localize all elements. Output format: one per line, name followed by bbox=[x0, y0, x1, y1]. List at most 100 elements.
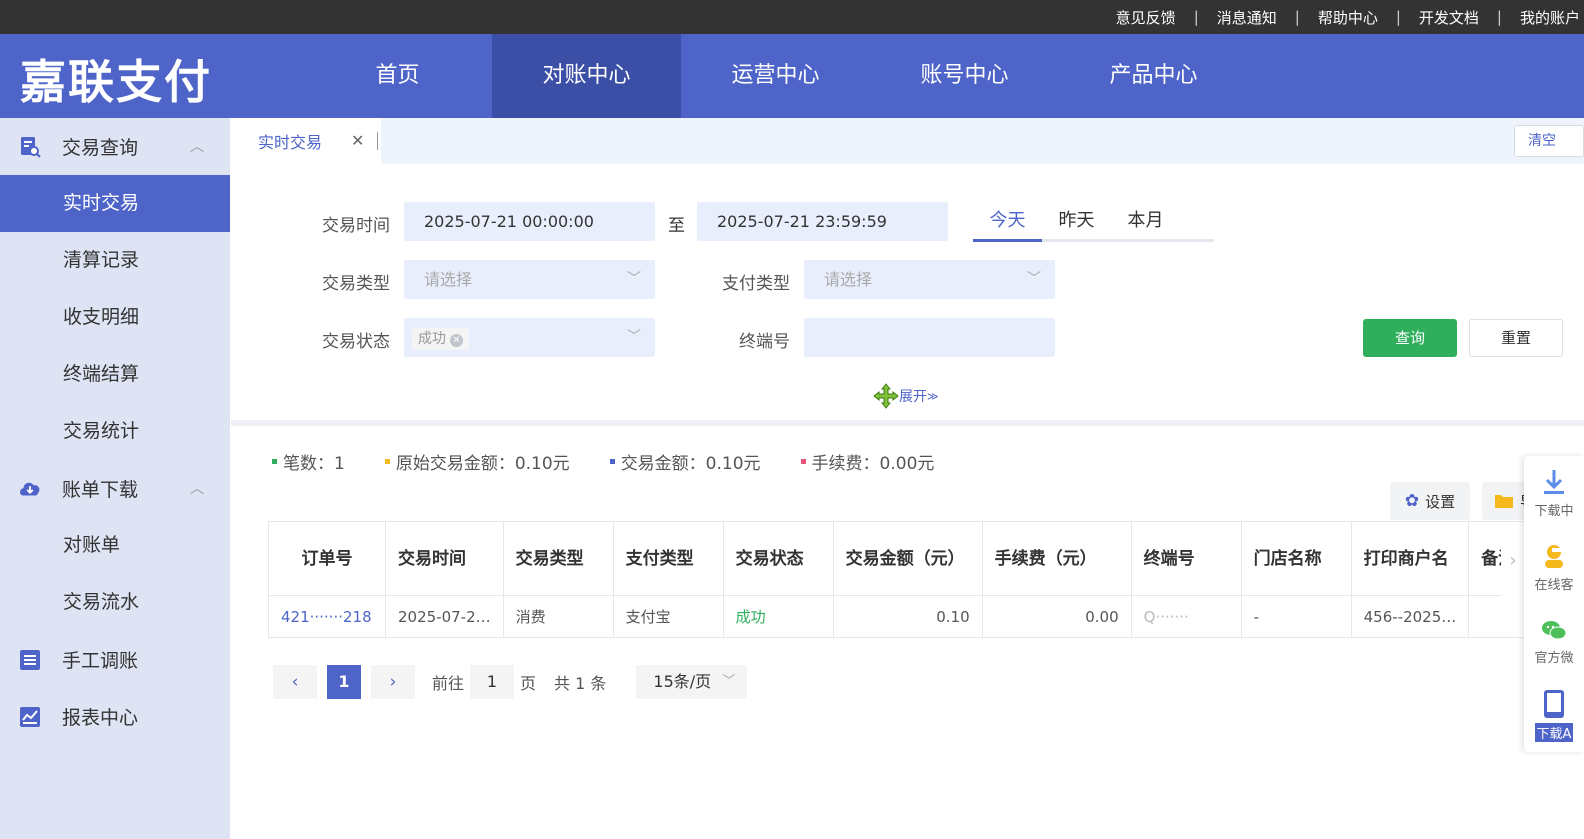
sidebar-item-transaction-flow[interactable]: 交易流水 bbox=[0, 574, 230, 631]
top-utility-bar: 意见反馈 | 消息通知 | 帮助中心 | 开发文档 | 我的账户 bbox=[0, 0, 1584, 34]
cell-status: 成功 bbox=[722, 595, 834, 638]
reset-button[interactable]: 重置 bbox=[1469, 319, 1563, 357]
chart-icon bbox=[18, 705, 42, 729]
cell-print-merchant: 456--2025… bbox=[1350, 595, 1470, 638]
nav-operations[interactable]: 运营中心 bbox=[681, 34, 870, 118]
gear-icon: ✿ bbox=[1404, 491, 1420, 511]
select-placeholder: 请选择 bbox=[824, 270, 873, 289]
stat-label: 交易金额：0.10元 bbox=[620, 454, 761, 474]
download-app-item[interactable]: 下载A bbox=[1524, 678, 1584, 752]
download-center-item[interactable]: 下载中 bbox=[1524, 456, 1584, 530]
page-size-select[interactable]: 15条/页 ﹀ bbox=[636, 665, 748, 699]
official-wechat-item[interactable]: 官方微 bbox=[1524, 604, 1584, 678]
dev-docs-link[interactable]: 开发文档 bbox=[1419, 7, 1479, 28]
tag-close-icon[interactable]: ✕ bbox=[450, 334, 463, 347]
quick-yesterday-tab[interactable]: 昨天 bbox=[1042, 202, 1111, 239]
stat-label: 笔数：1 bbox=[283, 454, 345, 474]
cell-order-no[interactable]: 421·······218 bbox=[268, 595, 386, 638]
table-header-row: 订单号 交易时间 交易类型 支付类型 交易状态 交易金额（元） 手续费（元） 终… bbox=[268, 521, 1543, 596]
chevron-up-icon: ︿ bbox=[190, 139, 204, 155]
sidebar-item-terminal-settlement[interactable]: 终端结算 bbox=[0, 346, 230, 403]
cell-fee: 0.00 bbox=[981, 595, 1132, 638]
stat-dot bbox=[272, 459, 277, 464]
start-time-input[interactable]: 2025-07-21 00:00:00 bbox=[404, 202, 655, 241]
sidebar-group-report-center[interactable]: 报表中心 bbox=[0, 688, 230, 745]
sidebar-group-label: 报表中心 bbox=[62, 707, 139, 729]
stat-transaction-amount: 交易金额：0.10元 bbox=[609, 449, 761, 474]
separator: | bbox=[1496, 8, 1502, 26]
quick-this-month-tab[interactable]: 本月 bbox=[1111, 202, 1180, 239]
current-page[interactable]: 1 bbox=[327, 665, 361, 699]
cell-store-name: - bbox=[1240, 595, 1352, 638]
online-service-item[interactable]: 在线客 bbox=[1524, 530, 1584, 604]
col-fee: 手续费（元） bbox=[981, 521, 1132, 596]
cloud-download-icon bbox=[18, 477, 42, 501]
sidebar-item-statement[interactable]: 对账单 bbox=[0, 517, 230, 574]
stat-count: 笔数：1 bbox=[272, 449, 345, 474]
col-transaction-time: 交易时间 bbox=[385, 521, 504, 596]
nav-reconciliation[interactable]: 对账中心 bbox=[492, 34, 681, 118]
customer-service-icon bbox=[1545, 544, 1563, 568]
query-button[interactable]: 查询 bbox=[1363, 319, 1457, 357]
help-center-link[interactable]: 帮助中心 bbox=[1318, 7, 1378, 28]
wechat-icon bbox=[1542, 620, 1567, 639]
download-icon bbox=[1544, 469, 1564, 494]
chevron-down-icon: ﹀ bbox=[627, 271, 641, 287]
cell-transaction-time: 2025-07-2… bbox=[385, 595, 504, 638]
sidebar-group-manual-adjust[interactable]: 手工调账 bbox=[0, 631, 230, 688]
mobile-phone-icon bbox=[1544, 689, 1564, 718]
col-payment-type: 支付类型 bbox=[612, 521, 724, 596]
goto-page-input[interactable]: 1 bbox=[470, 665, 515, 699]
sidebar-item-transaction-stats[interactable]: 交易统计 bbox=[0, 403, 230, 460]
settings-button[interactable]: ✿ 设置 bbox=[1390, 482, 1470, 520]
sidebar-item-settlement-records[interactable]: 清算记录 bbox=[0, 232, 230, 289]
nav-products[interactable]: 产品中心 bbox=[1059, 34, 1248, 118]
payment-type-select[interactable]: 请选择 ﹀ bbox=[804, 260, 1055, 299]
next-page-button[interactable]: › bbox=[371, 665, 415, 699]
float-label: 下载中 bbox=[1534, 503, 1574, 519]
sidebar-group-transaction-query[interactable]: 交易查询 ︿ bbox=[0, 118, 230, 175]
sidebar-group-label: 手工调账 bbox=[62, 650, 139, 672]
chevron-down-icon: ﹀ bbox=[1027, 271, 1041, 287]
quick-today-tab[interactable]: 今天 bbox=[973, 202, 1042, 242]
list-icon bbox=[18, 648, 42, 672]
transaction-type-label: 交易类型 bbox=[322, 274, 390, 294]
sidebar-item-income-expense[interactable]: 收支明细 bbox=[0, 289, 230, 346]
col-terminal: 终端号 bbox=[1130, 521, 1242, 596]
select-placeholder: 请选择 bbox=[424, 270, 473, 289]
prev-page-button[interactable]: ‹ bbox=[273, 665, 317, 699]
stat-original-amount: 原始交易金额：0.10元 bbox=[384, 449, 570, 474]
nav-account[interactable]: 账号中心 bbox=[870, 34, 1059, 118]
clear-tabs-button[interactable]: 清空 bbox=[1514, 125, 1584, 157]
cell-terminal: Q······· bbox=[1130, 595, 1242, 638]
quick-date-tabs: 今天 昨天 本月 bbox=[973, 202, 1214, 242]
notifications-link[interactable]: 消息通知 bbox=[1217, 7, 1277, 28]
chevron-right-icon[interactable]: › bbox=[1501, 523, 1525, 597]
end-time-input[interactable]: 2025-07-21 23:59:59 bbox=[697, 202, 948, 241]
double-chevron-down-icon: ≫ bbox=[927, 389, 939, 403]
main-nav: 首页 对账中心 运营中心 账号中心 产品中心 bbox=[303, 34, 1248, 118]
transaction-table: 订单号 交易时间 交易类型 支付类型 交易状态 交易金额（元） 手续费（元） 终… bbox=[268, 521, 1543, 638]
tab-realtime-transactions[interactable]: 实时交易 ✕ bbox=[231, 118, 381, 164]
brand-logo[interactable]: 嘉联支付 bbox=[20, 46, 212, 112]
page-unit-label: 页 bbox=[520, 674, 537, 693]
transaction-type-select[interactable]: 请选择 ﹀ bbox=[404, 260, 655, 299]
close-icon[interactable]: ✕ bbox=[351, 131, 364, 150]
to-label: 至 bbox=[668, 216, 685, 236]
separator: | bbox=[1294, 8, 1300, 26]
sidebar-group-bill-download[interactable]: 账单下载 ︿ bbox=[0, 460, 230, 517]
sidebar-item-realtime-transactions[interactable]: 实时交易 bbox=[0, 175, 230, 232]
feedback-link[interactable]: 意见反馈 bbox=[1116, 7, 1176, 28]
stat-label: 原始交易金额：0.10元 bbox=[395, 454, 570, 474]
cell-transaction-type: 消费 bbox=[502, 595, 614, 638]
pagination: ‹ 1 › 前往 1 页 共 1 条 15条/页 ﹀ bbox=[273, 665, 748, 699]
col-store-name: 门店名称 bbox=[1240, 521, 1352, 596]
transaction-status-select[interactable]: 成功 ✕ ﹀ bbox=[404, 318, 655, 357]
expand-toggle[interactable]: 展开 ≫ bbox=[873, 383, 939, 409]
sidebar-group-label: 交易查询 bbox=[62, 137, 139, 159]
col-order-no: 订单号 bbox=[268, 521, 386, 596]
my-account-link[interactable]: 我的账户 bbox=[1520, 7, 1580, 28]
stat-dot bbox=[800, 459, 806, 464]
nav-home[interactable]: 首页 bbox=[303, 34, 492, 118]
terminal-number-input[interactable] bbox=[804, 318, 1055, 357]
